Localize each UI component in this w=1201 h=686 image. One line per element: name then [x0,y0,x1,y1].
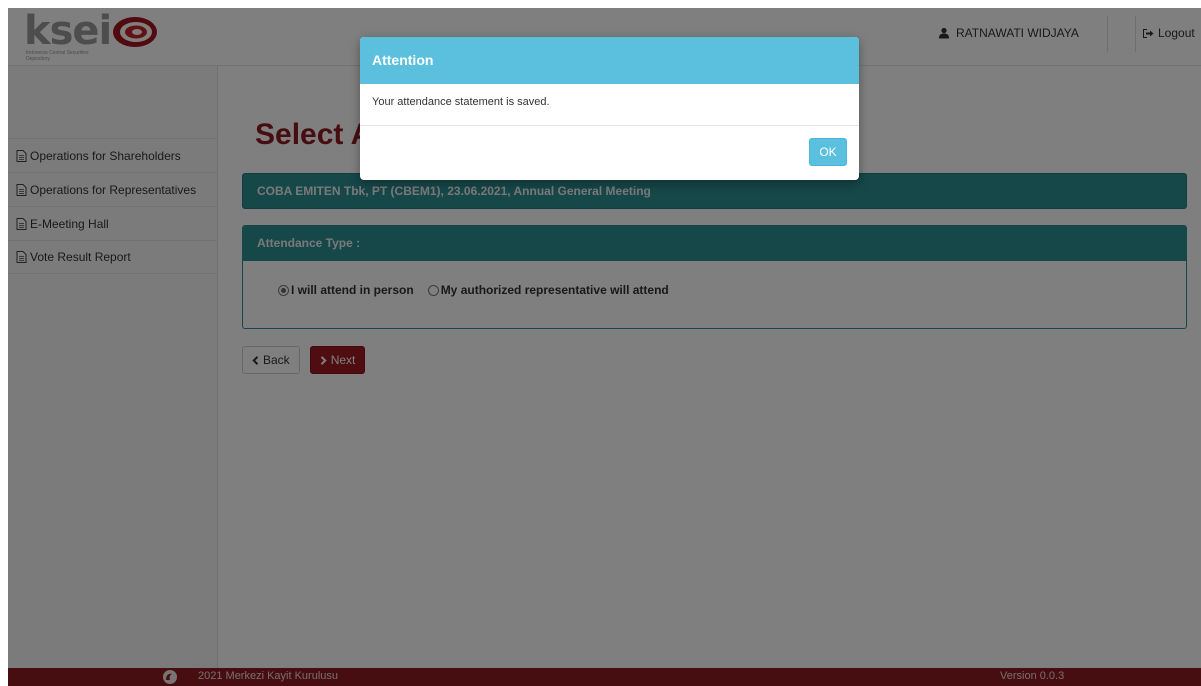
ok-button[interactable]: OK [809,138,847,166]
dialog-title: Attention [360,37,859,84]
dialog-message: Your attendance statement is saved. [360,84,859,126]
app-window: ksei Indonesia Central Securities Deposi… [8,8,1201,686]
attention-dialog: Attention Your attendance statement is s… [360,37,859,180]
dialog-footer: OK [360,126,859,180]
